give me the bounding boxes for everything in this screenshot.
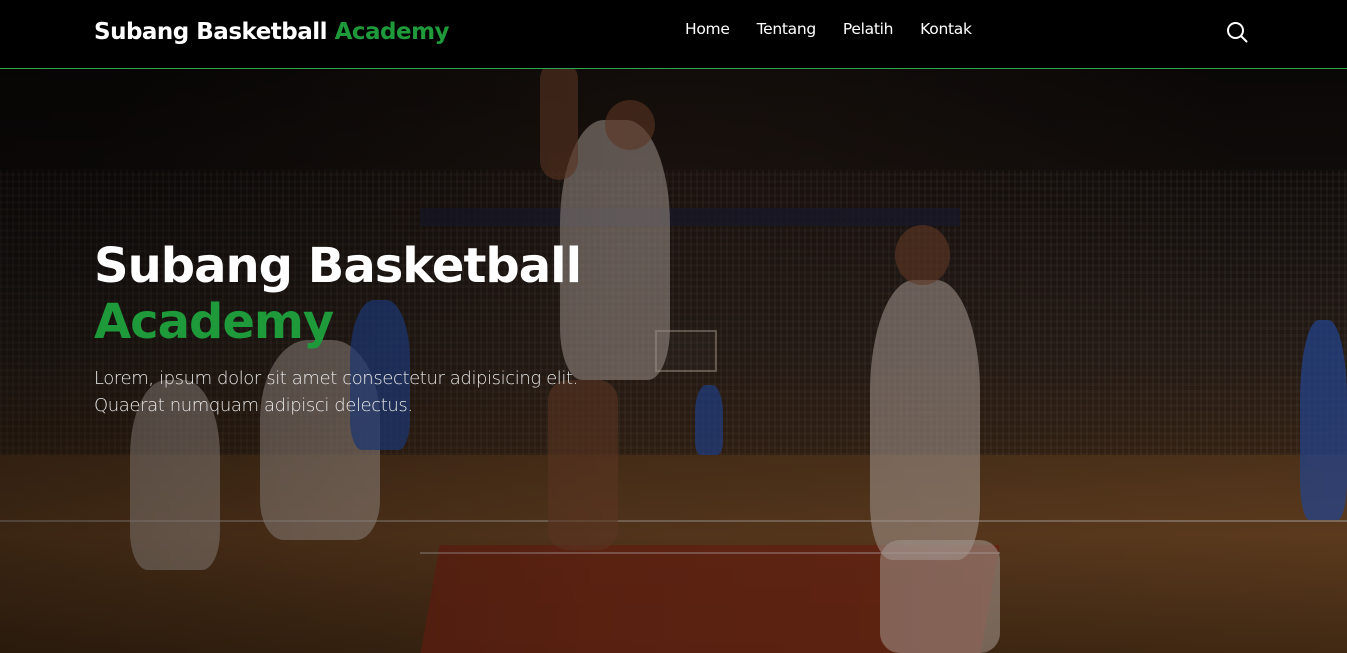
brand-name-accent: Academy xyxy=(334,19,450,45)
navbar: Subang Basketball Academy Home Tentang P… xyxy=(0,0,1347,69)
nav-link-kontak[interactable]: Kontak xyxy=(920,20,972,38)
brand-logo[interactable]: Subang Basketball Academy xyxy=(94,19,450,45)
nav-link-home[interactable]: Home xyxy=(685,20,730,38)
hero-title-main: Subang Basketball xyxy=(94,238,582,294)
brand-name: Subang Basketball xyxy=(94,19,328,45)
page: Subang Basketball Academy Home Tentang P… xyxy=(0,0,1347,653)
search-button[interactable] xyxy=(1225,20,1249,44)
hero-title-accent: Academy xyxy=(94,294,334,350)
hero-title: Subang Basketball Academy xyxy=(94,238,582,350)
nav-link-pelatih[interactable]: Pelatih xyxy=(843,20,894,38)
nav-link-tentang[interactable]: Tentang xyxy=(757,20,817,38)
nav-links: Home Tentang Pelatih Kontak xyxy=(685,20,972,38)
hero-description: Lorem, ipsum dolor sit amet consectetur … xyxy=(94,368,578,416)
search-icon xyxy=(1227,22,1248,43)
